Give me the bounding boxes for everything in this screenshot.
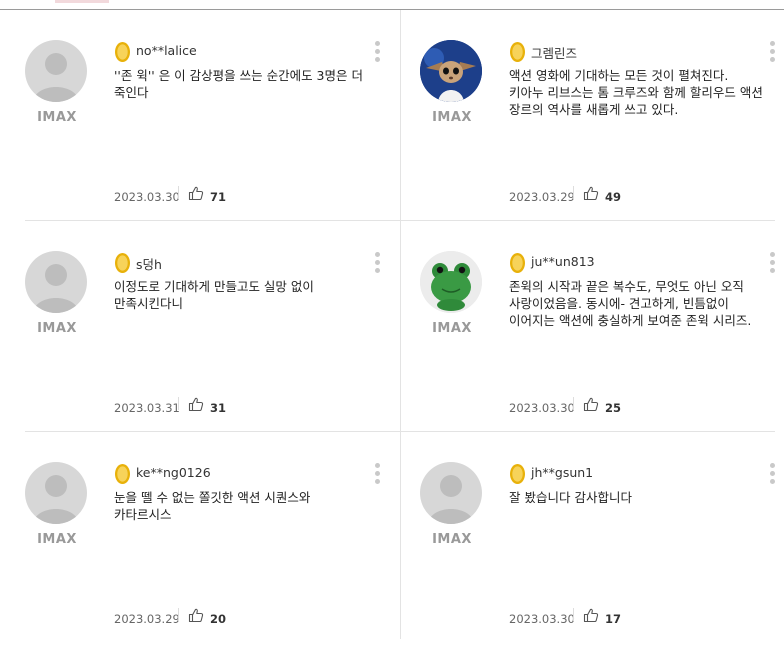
- more-options-icon[interactable]: [374, 41, 380, 63]
- imax-badge: IMAX: [432, 321, 472, 336]
- default-avatar-icon: [420, 462, 482, 524]
- review-card: IMAX jh**gsun1 잘 봤습니다 감사합니다 2023.03.30 1…: [420, 462, 784, 672]
- review-date: 2023.03.30: [509, 401, 575, 415]
- thumbs-up-icon[interactable]: [583, 396, 599, 412]
- like-count: 31: [210, 401, 227, 415]
- review-date: 2023.03.29: [509, 190, 575, 204]
- review-card: IMAX no**lalice ''존 윅'' 은 이 감상평을 쓰는 순간에도…: [25, 40, 400, 250]
- thumbs-up-icon[interactable]: [188, 607, 204, 623]
- default-avatar-icon: [25, 251, 87, 313]
- review-date: 2023.03.30: [114, 190, 180, 204]
- review-text: 이정도로 기대하게 만들고도 실망 없이 만족시킨다니: [114, 279, 314, 311]
- review-text: 존윅의 시작과 끝은 복수도, 무엇도 아닌 오직 사랑이었음을. 동시에- 견…: [509, 279, 752, 328]
- reviewer-name[interactable]: 그렘린즈: [531, 43, 577, 62]
- reviewer-name[interactable]: ju**un813: [531, 254, 595, 269]
- like-count: 49: [605, 190, 622, 204]
- thumbs-up-icon[interactable]: [188, 396, 204, 412]
- gold-medal-icon: [115, 464, 130, 484]
- more-options-icon[interactable]: [769, 41, 775, 63]
- meta-separator: [573, 397, 574, 410]
- thumbs-up-icon[interactable]: [583, 185, 599, 201]
- review-text: ''존 윅'' 은 이 감상평을 쓰는 순간에도 3명은 더 죽인다: [114, 68, 363, 100]
- meta-separator: [178, 397, 179, 410]
- review-text: 눈을 뗄 수 없는 쫄깃한 액션 시퀀스와 카타르시스: [114, 490, 311, 522]
- more-options-icon[interactable]: [769, 463, 775, 485]
- thumbs-up-icon[interactable]: [583, 607, 599, 623]
- frog-avatar: [420, 251, 482, 313]
- imax-badge: IMAX: [432, 110, 472, 125]
- more-options-icon[interactable]: [769, 252, 775, 274]
- meta-separator: [573, 608, 574, 621]
- like-count: 20: [210, 612, 227, 626]
- meta-separator: [178, 608, 179, 621]
- gold-medal-icon: [115, 42, 130, 62]
- review-date: 2023.03.29: [114, 612, 180, 626]
- active-tab-indicator: [55, 0, 109, 3]
- like-count: 71: [210, 190, 227, 204]
- meta-separator: [573, 186, 574, 199]
- reviewer-name[interactable]: jh**gsun1: [531, 465, 593, 480]
- default-avatar-icon: [25, 40, 87, 102]
- gold-medal-icon: [510, 253, 525, 273]
- top-divider: [0, 9, 784, 10]
- review-card: IMAX 그렘린즈 액션 영화에 기대하는 모든 것이 펼쳐진다. 키아누 리브…: [420, 40, 784, 250]
- imax-badge: IMAX: [432, 532, 472, 547]
- gold-medal-icon: [115, 253, 130, 273]
- reviewer-name[interactable]: s덩h: [136, 254, 162, 273]
- more-options-icon[interactable]: [374, 463, 380, 485]
- gremlin-avatar: [420, 40, 482, 102]
- review-date: 2023.03.31: [114, 401, 180, 415]
- more-options-icon[interactable]: [374, 252, 380, 274]
- reviewer-name[interactable]: ke**ng0126: [136, 465, 211, 480]
- imax-badge: IMAX: [37, 321, 77, 336]
- gold-medal-icon: [510, 464, 525, 484]
- review-card: IMAX s덩h 이정도로 기대하게 만들고도 실망 없이 만족시킨다니 202…: [25, 251, 400, 461]
- like-count: 17: [605, 612, 622, 626]
- like-count: 25: [605, 401, 622, 415]
- meta-separator: [178, 186, 179, 199]
- review-text: 잘 봤습니다 감사합니다: [509, 490, 632, 505]
- gold-medal-icon: [510, 42, 525, 62]
- default-avatar-icon: [25, 462, 87, 524]
- column-divider: [400, 10, 401, 639]
- review-card: IMAX ke**ng0126 눈을 뗄 수 없는 쫄깃한 액션 시퀀스와 카타…: [25, 462, 400, 672]
- review-card: IMAX ju**un813 존윅의 시작과 끝은 복수도, 무엇도 아닌 오직…: [420, 251, 784, 461]
- review-date: 2023.03.30: [509, 612, 575, 626]
- thumbs-up-icon[interactable]: [188, 185, 204, 201]
- imax-badge: IMAX: [37, 110, 77, 125]
- review-text: 액션 영화에 기대하는 모든 것이 펼쳐진다. 키아누 리브스는 톰 크루즈와 …: [509, 68, 763, 117]
- reviewer-name[interactable]: no**lalice: [136, 43, 197, 58]
- imax-badge: IMAX: [37, 532, 77, 547]
